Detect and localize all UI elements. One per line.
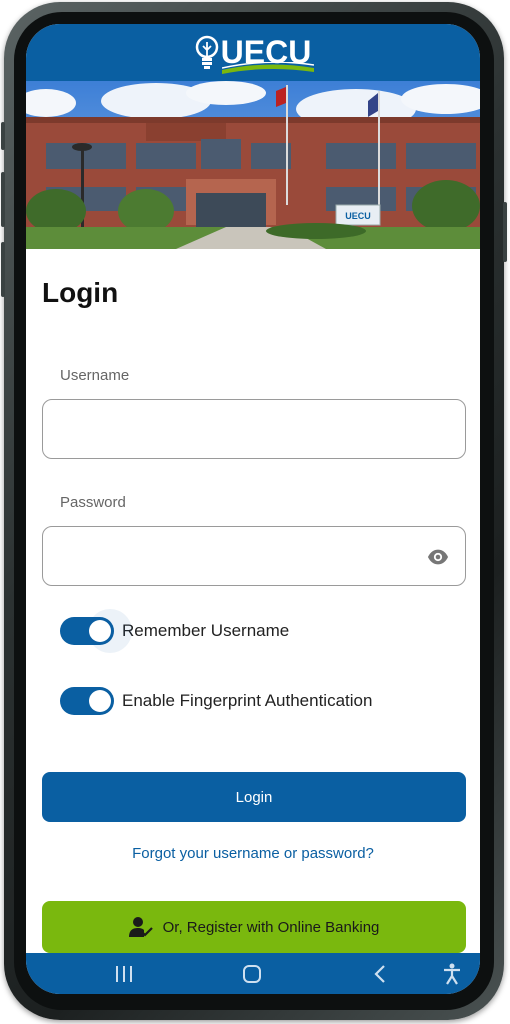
back-icon[interactable] [368, 962, 392, 986]
remember-username-toggle[interactable] [60, 609, 132, 653]
login-button[interactable]: Login [42, 772, 466, 822]
password-label: Password [60, 494, 126, 511]
app-header: UECU [26, 24, 480, 81]
lightbulb-icon [195, 35, 218, 69]
phone-side-button [1, 242, 5, 297]
fingerprint-row[interactable]: Enable Fingerprint Authentication [60, 687, 372, 715]
system-nav-bar [26, 953, 480, 994]
forgot-credentials-link[interactable]: Forgot your username or password? [26, 845, 480, 862]
register-button[interactable]: Or, Register with Online Banking [42, 901, 466, 953]
phone-side-button [503, 202, 507, 262]
phone-side-button [1, 122, 5, 150]
page-title: Login [42, 277, 119, 308]
remember-username-label: Remember Username [122, 621, 290, 640]
accessibility-icon[interactable] [440, 962, 464, 986]
username-field[interactable] [42, 399, 466, 459]
building-sign-text: UECU [345, 211, 371, 221]
toggle-knob [89, 620, 111, 642]
logo-swoosh [222, 62, 314, 74]
phone-side-button [1, 172, 5, 227]
user-check-icon [128, 917, 153, 937]
eye-icon[interactable] [427, 546, 449, 568]
password-field[interactable] [42, 526, 466, 586]
remember-username-row[interactable]: Remember Username [60, 609, 290, 653]
register-button-label: Or, Register with Online Banking [162, 918, 380, 936]
login-form: Login Username Password Remember Usernam… [26, 249, 480, 953]
home-icon[interactable] [240, 962, 264, 986]
username-label: Username [60, 367, 130, 384]
recents-icon[interactable] [112, 962, 136, 986]
fingerprint-toggle[interactable] [60, 687, 114, 715]
toggle-knob [89, 690, 111, 712]
phone-screen: UECU UECU Login Username Password Rememb… [26, 24, 480, 994]
building-photo: UECU [26, 81, 480, 249]
fingerprint-label: Enable Fingerprint Authentication [122, 691, 373, 710]
